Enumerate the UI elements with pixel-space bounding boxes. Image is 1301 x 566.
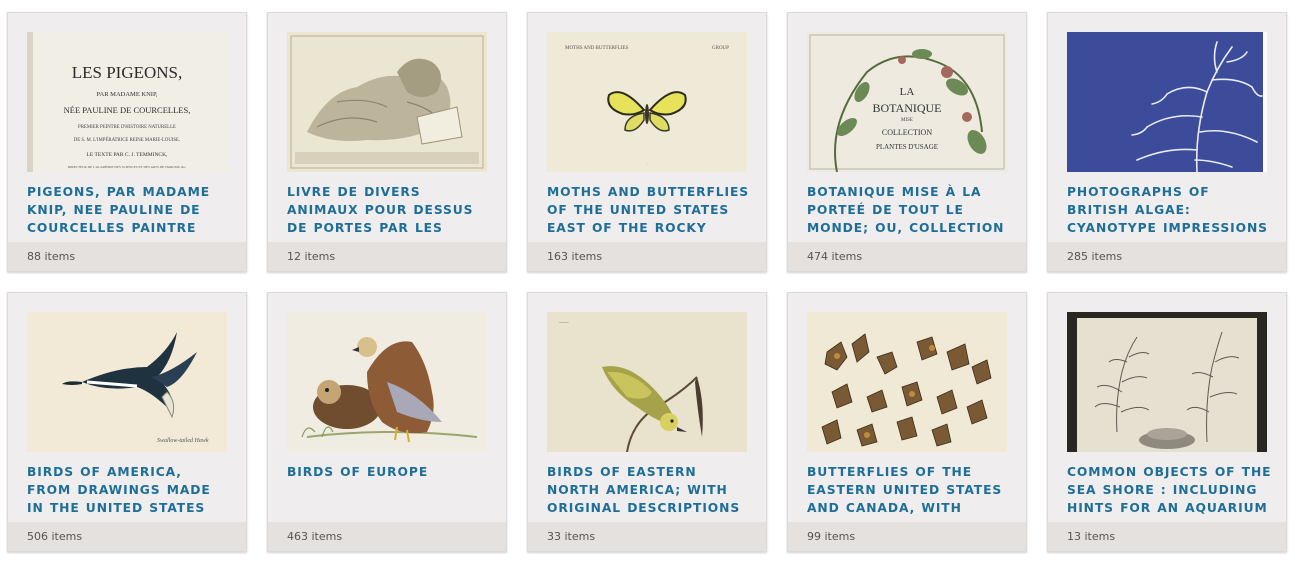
collection-card[interactable]: PHOTOGRAPHS OF BRITISH ALGAE: CYANOTYPE …: [1047, 12, 1287, 272]
butterfly-plate-image: MOTHS AND BUTTERFLIES GROUP ⁃: [547, 32, 747, 172]
collection-thumbnail[interactable]: [1067, 32, 1267, 172]
card-footer: 13 items: [1048, 522, 1286, 551]
cover-text: LE TEXTE PAR C. J. TEMMINCK,: [87, 152, 169, 158]
warbler-image: ────: [547, 312, 747, 452]
card-footer: 33 items: [528, 522, 766, 551]
svg-text:────: ────: [558, 320, 569, 325]
collection-card[interactable]: ──── BIRDS OF EASTERN NORTH AMERICA; WIT…: [527, 292, 767, 552]
collection-title[interactable]: LIVRE DE DIVERS ANIMAUX POUR DESSUS DE P…: [287, 183, 492, 239]
card-footer: 12 items: [268, 242, 506, 271]
collection-card[interactable]: COMMON OBJECTS OF THE SEA SHORE : INCLUD…: [1047, 292, 1287, 552]
item-count: 13 items: [1067, 530, 1116, 543]
collection-title[interactable]: MOTHS AND BUTTERFLIES OF THE UNITED STAT…: [547, 183, 752, 239]
butterfly-specimens-image: [807, 312, 1007, 452]
cover-text: LES PIGEONS,: [72, 63, 183, 82]
collection-thumbnail[interactable]: ────: [547, 312, 747, 452]
cover-text: MISE: [901, 118, 913, 123]
card-footer: 506 items: [8, 522, 246, 551]
collection-thumbnail[interactable]: [807, 312, 1007, 452]
dog-etching-image: [287, 32, 487, 172]
card-footer: 285 items: [1048, 242, 1286, 271]
collection-title[interactable]: COMMON OBJECTS OF THE SEA SHORE : INCLUD…: [1067, 463, 1272, 519]
cover-text: DE S. M. L'IMPÉRATRICE REINE MARIE-LOUIS…: [74, 137, 180, 143]
collection-thumbnail[interactable]: LA BOTANIQUE MISE COLLECTION PLANTES D'U…: [807, 32, 1007, 172]
cover-text: LA: [900, 86, 915, 98]
cover-text: PAR MADAME KNIP,: [97, 91, 158, 98]
collection-title[interactable]: BIRDS OF EUROPE: [287, 463, 492, 519]
title-page-image: LES PIGEONS, PAR MADAME KNIP, NÉE PAULIN…: [27, 32, 227, 172]
card-footer: 88 items: [8, 242, 246, 271]
harrier-birds-image: [287, 312, 487, 452]
collection-thumbnail[interactable]: [287, 312, 487, 452]
collection-thumbnail[interactable]: MOTHS AND BUTTERFLIES GROUP ⁃: [547, 32, 747, 172]
item-count: 163 items: [547, 250, 603, 263]
collection-title[interactable]: BIRDS OF EASTERN NORTH AMERICA; WITH ORI…: [547, 463, 752, 519]
collection-title[interactable]: BIRDS OF AMERICA, FROM DRAWINGS MADE IN …: [27, 463, 232, 519]
cover-text: MOTHS AND BUTTERFLIES: [565, 46, 629, 51]
card-footer: 463 items: [268, 522, 506, 551]
collection-grid: LES PIGEONS, PAR MADAME KNIP, NÉE PAULIN…: [0, 0, 1301, 566]
collection-card[interactable]: BIRDS OF EUROPE 463 items: [267, 292, 507, 552]
cover-text: GROUP: [712, 46, 729, 51]
item-count: 33 items: [547, 530, 596, 543]
card-footer: 474 items: [788, 242, 1026, 271]
collection-card[interactable]: BUTTERFLIES OF THE EASTERN UNITED STATES…: [787, 292, 1027, 552]
seaweed-plate-image: [1067, 312, 1267, 452]
collection-card[interactable]: LIVRE DE DIVERS ANIMAUX POUR DESSUS DE P…: [267, 12, 507, 272]
collection-title[interactable]: PIGEONS, PAR MADAME KNIP, NEE PAULINE DE…: [27, 183, 232, 239]
collection-thumbnail[interactable]: Swallow-tailed Hawk: [27, 312, 227, 452]
botanical-title-image: LA BOTANIQUE MISE COLLECTION PLANTES D'U…: [807, 32, 1007, 172]
item-count: 506 items: [27, 530, 83, 543]
collection-thumbnail[interactable]: [1067, 312, 1267, 452]
card-footer: 99 items: [788, 522, 1026, 551]
collection-card[interactable]: LES PIGEONS, PAR MADAME KNIP, NÉE PAULIN…: [7, 12, 247, 272]
cover-text: PLANTES D'USAGE: [876, 143, 938, 151]
collection-title[interactable]: BUTTERFLIES OF THE EASTERN UNITED STATES…: [807, 463, 1012, 519]
card-footer: 163 items: [528, 242, 766, 271]
item-count: 474 items: [807, 250, 863, 263]
cover-text: BOTANIQUE: [872, 101, 941, 115]
item-count: 463 items: [287, 530, 343, 543]
item-count: 99 items: [807, 530, 856, 543]
cover-text: NÉE PAULINE DE COURCELLES,: [64, 105, 191, 115]
cyanotype-image: [1067, 32, 1267, 172]
cover-text: PREMIER PEINTRE D'HISTOIRE NATURELLE: [78, 125, 176, 130]
cover-text: COLLECTION: [882, 128, 932, 137]
swallow-tailed-hawk-image: Swallow-tailed Hawk: [27, 312, 227, 452]
collection-card[interactable]: LA BOTANIQUE MISE COLLECTION PLANTES D'U…: [787, 12, 1027, 272]
item-count: 88 items: [27, 250, 76, 263]
collection-title[interactable]: BOTANIQUE MISE À LA PORTEÉ DE TOUT LE MO…: [807, 183, 1012, 239]
collection-thumbnail[interactable]: LES PIGEONS, PAR MADAME KNIP, NÉE PAULIN…: [27, 32, 227, 172]
item-count: 12 items: [287, 250, 336, 263]
collection-title[interactable]: PHOTOGRAPHS OF BRITISH ALGAE: CYANOTYPE …: [1067, 183, 1272, 239]
collection-card[interactable]: MOTHS AND BUTTERFLIES GROUP ⁃ MOTHS AND …: [527, 12, 767, 272]
collection-card[interactable]: Swallow-tailed Hawk BIRDS OF AMERICA, FR…: [7, 292, 247, 552]
collection-thumbnail[interactable]: [287, 32, 487, 172]
cover-caption: Swallow-tailed Hawk: [157, 438, 209, 444]
item-count: 285 items: [1067, 250, 1123, 263]
